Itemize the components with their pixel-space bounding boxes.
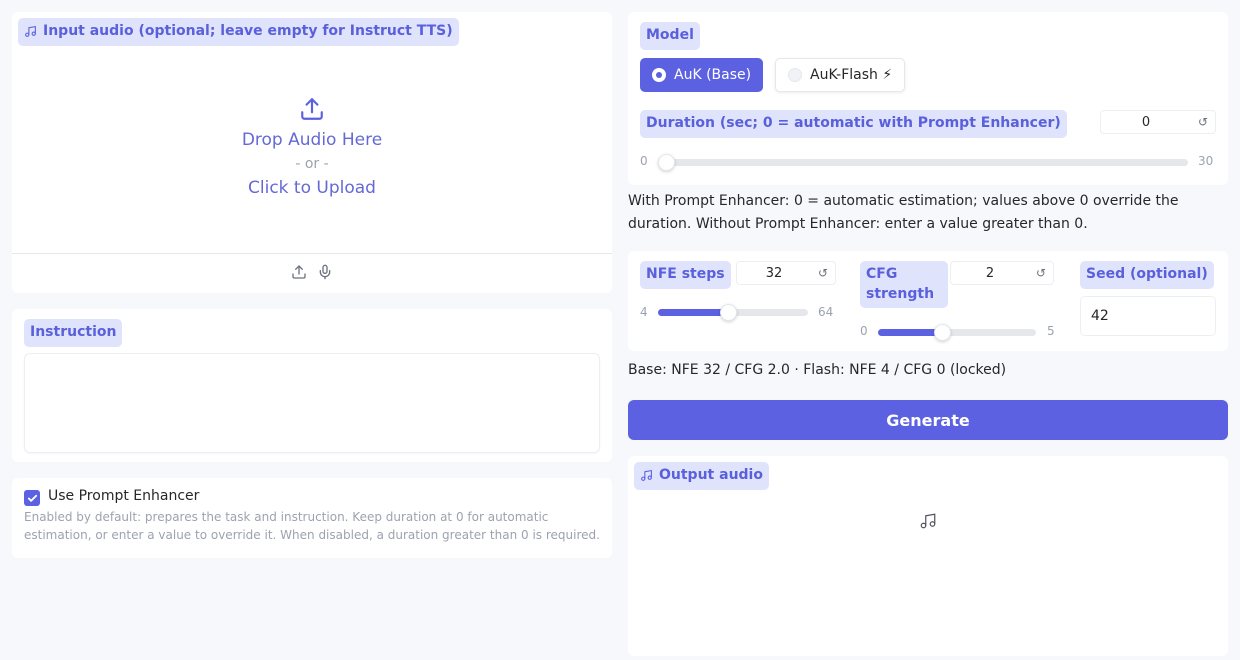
cfg-strength-slider[interactable] xyxy=(878,324,1036,341)
cfg-strength-slider-thumb[interactable] xyxy=(934,324,952,341)
prompt-enhancer-label[interactable]: Use Prompt Enhancer xyxy=(48,488,199,504)
duration-reset-icon[interactable]: ↺ xyxy=(1191,115,1215,129)
prompt-enhancer-panel: Use Prompt Enhancer Enabled by default: … xyxy=(12,478,612,558)
seed-label: Seed (optional) xyxy=(1080,261,1214,289)
prompt-enhancer-info: Enabled by default: prepares the task an… xyxy=(24,510,600,542)
instruction-panel: Instruction xyxy=(12,309,612,462)
nfe-steps-slider-thumb[interactable] xyxy=(720,304,738,321)
upload-source-button[interactable] xyxy=(291,264,307,284)
input-audio-label-text: Input audio (optional; leave empty for I… xyxy=(43,23,453,39)
cfg-strength-max-label: 5 xyxy=(1047,324,1055,338)
nfe-steps-slider[interactable] xyxy=(658,304,808,321)
output-audio-label-text: Output audio xyxy=(659,467,763,483)
microphone-source-button[interactable] xyxy=(317,264,333,284)
radio-selected-icon xyxy=(652,68,666,82)
duration-slider-thumb[interactable] xyxy=(658,154,675,171)
nfe-steps-max-label: 64 xyxy=(818,305,834,319)
upload-icon xyxy=(301,98,323,120)
click-to-upload-text[interactable]: Click to Upload xyxy=(12,176,612,200)
audio-source-bar xyxy=(12,253,612,293)
generation-settings-panel: NFE steps 32 ↺ 4 64 CFG strength 2 ↺ 0 5… xyxy=(628,251,1228,351)
cfg-strength-value: 2 xyxy=(985,265,995,281)
duration-slider[interactable] xyxy=(658,154,1188,171)
drop-or-text: - or - xyxy=(295,156,329,172)
model-option-flash[interactable]: AuK-Flash ⚡ xyxy=(775,58,906,92)
nfe-steps-value: 32 xyxy=(765,265,783,281)
input-audio-label: Input audio (optional; leave empty for I… xyxy=(18,18,459,46)
input-audio-panel: Input audio (optional; leave empty for I… xyxy=(12,12,612,293)
nfe-steps-slider-fill xyxy=(658,309,729,316)
model-panel: Model AuK (Base) AuK-Flash ⚡ Duration (s… xyxy=(628,12,1228,185)
nfe-steps-reset-icon[interactable]: ↺ xyxy=(811,266,835,280)
model-option-base[interactable]: AuK (Base) xyxy=(640,58,764,92)
cfg-strength-slider-fill xyxy=(878,329,943,336)
audio-drop-zone[interactable]: Drop Audio Here - or - Click to Upload xyxy=(12,72,612,202)
duration-number-input[interactable]: 0 ↺ xyxy=(1100,110,1216,134)
duration-value: 0 xyxy=(1141,114,1151,130)
cfg-strength-label: CFG strength xyxy=(860,261,948,309)
music-note-icon xyxy=(25,26,36,38)
instruction-textarea[interactable] xyxy=(24,353,600,453)
model-option-flash-label: AuK-Flash ⚡ xyxy=(810,67,893,83)
drop-audio-text: Drop Audio Here xyxy=(241,130,383,150)
duration-min-label: 0 xyxy=(640,154,648,168)
model-option-base-label: AuK (Base) xyxy=(674,67,752,83)
duration-info-text: With Prompt Enhancer: 0 = automatic esti… xyxy=(628,193,1179,232)
nfe-steps-label: NFE steps xyxy=(640,261,731,289)
nfe-steps-number-input[interactable]: 32 ↺ xyxy=(736,261,836,285)
model-defaults-note: Base: NFE 32 / CFG 2.0 · Flash: NFE 4 / … xyxy=(628,362,1007,378)
checkmark-icon xyxy=(27,494,37,502)
music-note-icon xyxy=(641,470,652,482)
output-audio-label: Output audio xyxy=(634,462,769,490)
music-note-icon xyxy=(920,513,936,529)
microphone-icon xyxy=(319,264,331,279)
output-audio-panel: Output audio xyxy=(628,456,1228,656)
generate-button[interactable]: Generate xyxy=(628,400,1228,440)
seed-input[interactable]: 42 xyxy=(1080,296,1216,336)
cfg-strength-number-input[interactable]: 2 ↺ xyxy=(950,261,1054,285)
cfg-strength-reset-icon[interactable]: ↺ xyxy=(1029,266,1053,280)
cfg-strength-min-label: 0 xyxy=(860,324,868,338)
instruction-label: Instruction xyxy=(24,319,123,347)
model-label: Model xyxy=(640,22,700,50)
duration-max-label: 30 xyxy=(1198,154,1214,168)
duration-label: Duration (sec; 0 = automatic with Prompt… xyxy=(640,110,1067,138)
prompt-enhancer-checkbox[interactable] xyxy=(24,490,40,506)
upload-icon xyxy=(292,264,306,279)
nfe-steps-min-label: 4 xyxy=(640,305,648,319)
radio-unselected-icon xyxy=(788,68,802,82)
